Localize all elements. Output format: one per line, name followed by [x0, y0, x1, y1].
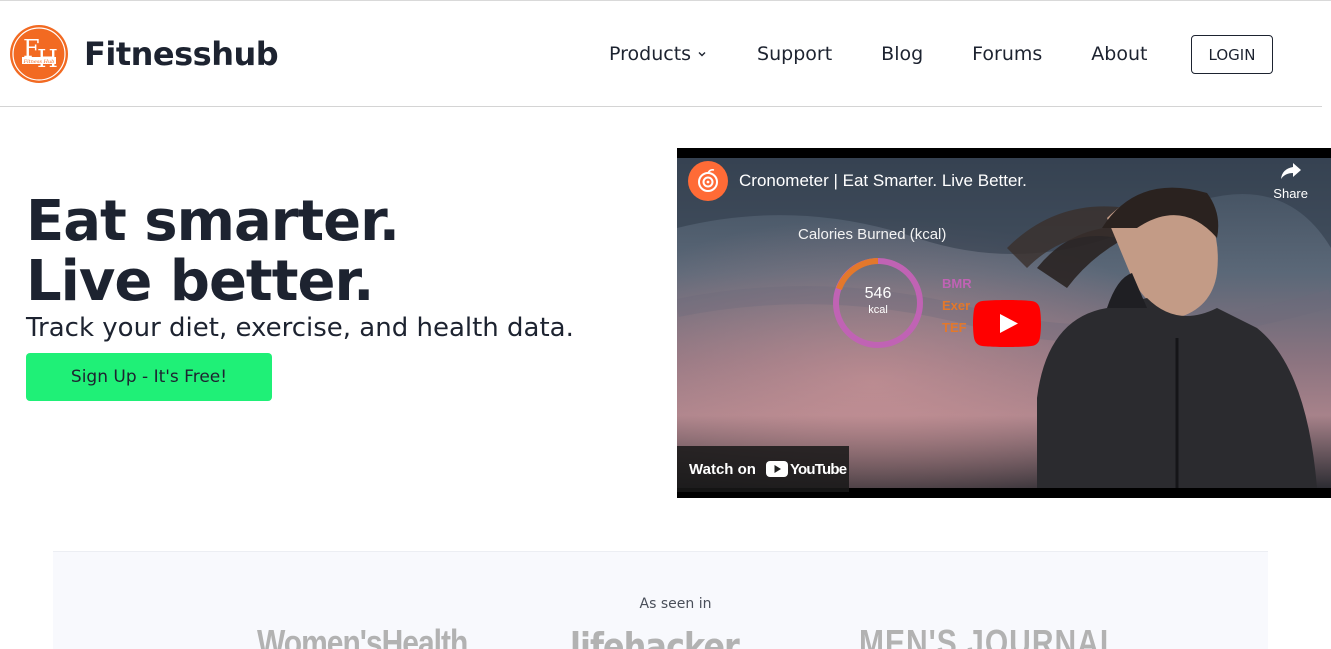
fitnesshub-logo-icon: F H Fitness Hub [10, 25, 68, 83]
nav-item-forums[interactable]: Forums [972, 43, 1042, 65]
apple-target-icon [698, 169, 718, 192]
ring-legend: BMR Exer TEF [942, 273, 972, 339]
signup-button[interactable]: Sign Up - It's Free! [26, 353, 272, 401]
login-button[interactable]: LOGIN [1191, 35, 1273, 74]
nav-item-label: Support [757, 43, 833, 65]
brand[interactable]: F H Fitness Hub Fitnesshub [10, 25, 279, 83]
ring-value: 546 [864, 285, 892, 302]
nav-item-about[interactable]: About [1091, 43, 1147, 65]
channel-avatar[interactable] [688, 161, 728, 201]
video-header: Cronometer | Eat Smarter. Live Better. [688, 161, 1027, 201]
brand-name: Fitnesshub [84, 35, 279, 73]
hero-title-line-1: Eat smarter. [26, 189, 400, 254]
hero-title-line-2: Live better. [26, 249, 374, 314]
legend-tef: TEF [942, 320, 967, 335]
video-title[interactable]: Cronometer | Eat Smarter. Live Better. [739, 171, 1027, 191]
share-button[interactable]: Share [1273, 162, 1308, 201]
youtube-logo: YouTube [765, 460, 847, 478]
legend-exercise: Exer [942, 298, 971, 313]
calories-overlay-label: Calories Burned (kcal) [798, 226, 947, 243]
lifehacker-logo: lifehacker [570, 624, 740, 649]
hero-title: Eat smarter. Live better. [26, 189, 400, 314]
nav-item-blog[interactable]: Blog [881, 43, 923, 65]
video-embed[interactable]: Cronometer | Eat Smarter. Live Better. S… [677, 148, 1331, 498]
mens-journal-logo: MEN'S JOURNAL [859, 624, 1120, 649]
main-nav: Products Support Blog Forums About [609, 43, 1147, 65]
nav-item-label: Products [609, 43, 692, 65]
chevron-down-icon [698, 52, 706, 57]
share-label: Share [1273, 186, 1308, 201]
play-icon[interactable] [973, 300, 1041, 347]
nav-item-support[interactable]: Support [757, 43, 832, 65]
svg-text:Fitness Hub: Fitness Hub [23, 59, 55, 65]
nav-item-label: About [1091, 43, 1148, 65]
womens-health-logo: Women'sHealth [257, 624, 468, 649]
nav-item-label: Forums [972, 43, 1043, 65]
hero-subtitle: Track your diet, exercise, and health da… [26, 313, 574, 343]
watch-on-youtube-button[interactable]: Watch on YouTube [677, 446, 849, 492]
share-arrow-icon [1280, 163, 1301, 179]
youtube-wordmark: YouTube [789, 460, 847, 478]
legend-bmr: BMR [942, 276, 972, 291]
calories-ring [833, 258, 923, 348]
press-label: As seen in [639, 596, 712, 612]
nav-item-products[interactable]: Products [609, 43, 707, 65]
nav-item-label: Blog [881, 43, 924, 65]
ring-unit: kcal [868, 304, 888, 316]
site-header: F H Fitness Hub Fitnesshub Products Supp… [0, 1, 1322, 107]
press-section: As seen in Women'sHealth lifehacker MEN'… [53, 551, 1268, 649]
watch-on-label: Watch on [689, 460, 756, 478]
youtube-play-icon [765, 461, 788, 477]
